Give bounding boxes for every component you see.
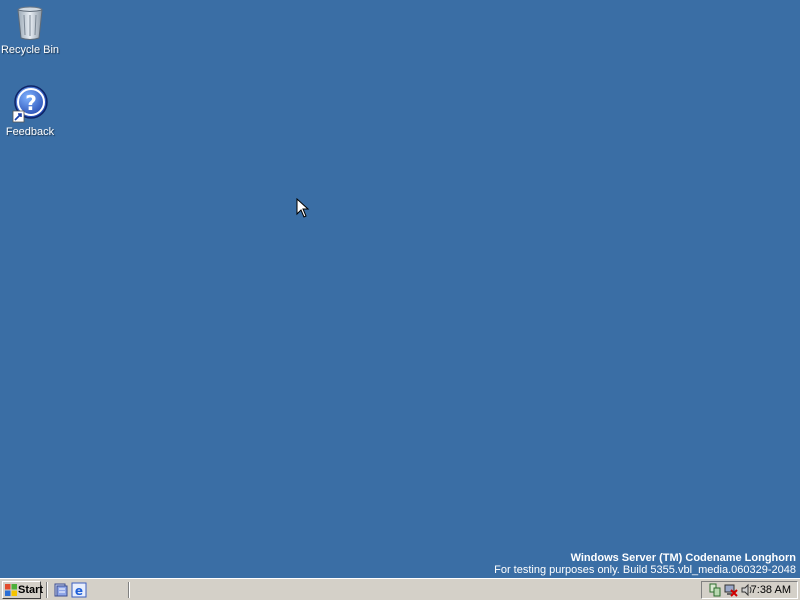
start-label: Start (18, 584, 44, 596)
mouse-pointer-icon (296, 198, 310, 218)
network-disconnected-icon[interactable] (724, 583, 738, 597)
desktop: Recycle Bin ? Feedback Windows Server (T… (0, 0, 800, 578)
build-watermark: Windows Server (TM) Codename Longhorn Fo… (494, 552, 796, 576)
start-button[interactable]: Start (2, 581, 44, 599)
recycle-bin-icon (17, 6, 43, 40)
taskbar: Start e 7:38 AM (0, 578, 800, 600)
svg-text:?: ? (25, 91, 37, 115)
desktop-icon-recycle-bin[interactable]: Recycle Bin (0, 2, 65, 57)
windows-logo-icon (5, 584, 17, 596)
clock[interactable]: 7:38 AM (751, 582, 791, 598)
watermark-title: Windows Server (TM) Codename Longhorn (570, 552, 796, 564)
recycle-bin-label: Recycle Bin (0, 44, 60, 56)
taskbar-separator (46, 582, 48, 598)
server-manager-icon[interactable] (53, 582, 69, 598)
watermark-subtitle: For testing purposes only. Build 5355.vb… (494, 564, 796, 576)
network-icon[interactable] (708, 583, 722, 597)
svg-text:e: e (75, 584, 83, 598)
help-question-icon: ? (12, 85, 48, 123)
feedback-label: Feedback (5, 126, 55, 138)
system-tray: 7:38 AM (701, 581, 798, 599)
taskbar-separator (128, 582, 130, 598)
internet-explorer-icon[interactable]: e (71, 582, 87, 598)
desktop-icon-feedback[interactable]: ? Feedback (0, 84, 65, 139)
